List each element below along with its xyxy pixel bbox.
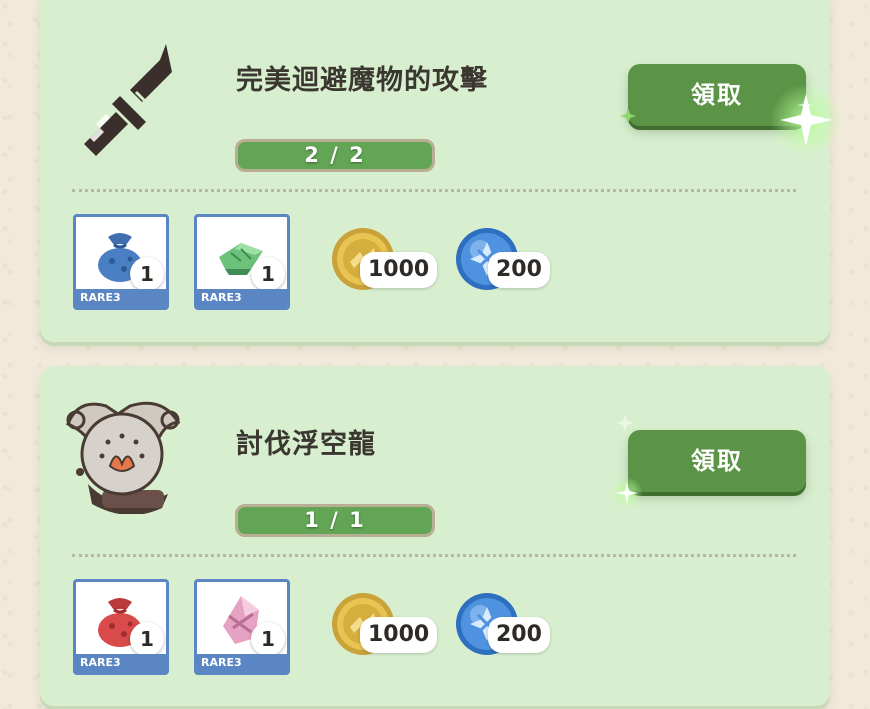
quest-title: 完美迴避魔物的攻擊 <box>236 65 488 96</box>
rewards-row: 1 RARE3 1 RARE3 1000 200 <box>73 214 673 310</box>
quest-title: 討伐浮空龍 <box>236 429 376 460</box>
rarity-label: RARE3 <box>76 289 166 307</box>
claim-button[interactable]: 領取 <box>628 430 806 492</box>
quest-progress-bar: 2 / 2 <box>235 139 435 172</box>
reward-item-tile[interactable]: 1 RARE3 <box>194 579 290 675</box>
monster-legiana-icon <box>58 384 188 516</box>
reward-item-tile[interactable]: 1 RARE3 <box>73 214 169 310</box>
points-amount: 200 <box>488 252 550 288</box>
points-reward: 200 <box>454 591 584 663</box>
quest-progress-bar: 1 / 1 <box>235 504 435 537</box>
item-count: 1 <box>251 622 285 656</box>
sparkle-icon <box>616 414 634 432</box>
quest-card: 討伐浮空龍 1 / 1 領取 1 RARE3 1 RARE3 1000 200 <box>40 366 830 706</box>
rarity-label: RARE3 <box>197 289 287 307</box>
divider <box>72 554 796 557</box>
claim-button[interactable]: 領取 <box>628 64 806 126</box>
rarity-label: RARE3 <box>197 654 287 672</box>
points-reward: 200 <box>454 226 584 298</box>
points-amount: 200 <box>488 617 550 653</box>
reward-item-tile[interactable]: 1 RARE3 <box>73 579 169 675</box>
item-count: 1 <box>130 622 164 656</box>
progress-text: 2 / 2 <box>304 143 366 167</box>
zenny-amount: 1000 <box>360 617 438 653</box>
progress-text: 1 / 1 <box>304 508 366 532</box>
rewards-row: 1 RARE3 1 RARE3 1000 200 <box>73 579 673 675</box>
item-count: 1 <box>251 257 285 291</box>
rarity-label: RARE3 <box>76 654 166 672</box>
item-count: 1 <box>130 257 164 291</box>
zenny-amount: 1000 <box>360 252 438 288</box>
divider <box>72 189 796 192</box>
reward-item-tile[interactable]: 1 RARE3 <box>194 214 290 310</box>
sword-icon <box>76 36 206 166</box>
quest-card: 完美迴避魔物的攻擊 2 / 2 領取 1 RARE3 1 RARE3 1000 … <box>40 0 842 342</box>
